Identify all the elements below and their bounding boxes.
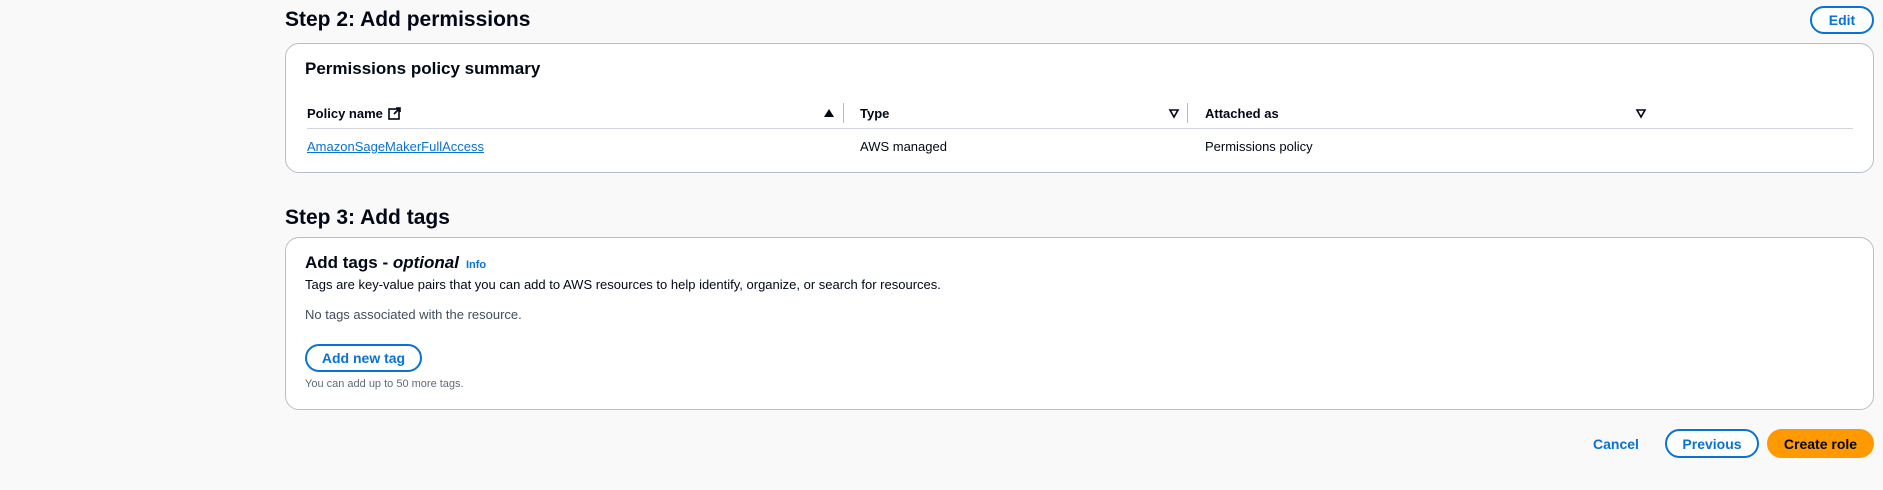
permissions-summary-title: Permissions policy summary xyxy=(305,59,541,78)
previous-button[interactable]: Previous xyxy=(1665,429,1759,458)
cell-policy-name: AmazonSageMakerFullAccess xyxy=(307,131,484,161)
sort-ascending-icon[interactable] xyxy=(822,106,836,120)
create-role-review-page: Step 2: Add permissions Edit Permissions… xyxy=(0,0,1883,490)
tags-title: Add tags - optional Info xyxy=(305,253,486,273)
step2-title: Step 2: Add permissions xyxy=(285,8,531,31)
column-divider[interactable] xyxy=(1187,103,1188,123)
add-new-tag-button[interactable]: Add new tag xyxy=(305,344,422,372)
column-header-policy-name[interactable]: Policy name xyxy=(307,97,827,129)
table-header: Policy name Type Attached as xyxy=(307,97,1853,129)
permissions-summary-container: Permissions policy summary Policy name T… xyxy=(285,43,1874,173)
cell-attached-as: Permissions policy xyxy=(1205,138,1313,154)
no-tags-message: No tags associated with the resource. xyxy=(305,307,522,322)
table-row: AmazonSageMakerFullAccess AWS managed Pe… xyxy=(307,131,1853,161)
column-label-policy-name: Policy name xyxy=(307,105,383,121)
tags-container: Add tags - optional Info Tags are key-va… xyxy=(285,237,1874,410)
edit-button[interactable]: Edit xyxy=(1810,6,1874,34)
cancel-button[interactable]: Cancel xyxy=(1580,429,1652,458)
column-label-type: Type xyxy=(860,105,890,121)
step3-header: Step 3: Add tags xyxy=(285,204,1874,232)
column-header-type[interactable]: Type xyxy=(860,97,1160,129)
cell-type: AWS managed xyxy=(860,138,947,154)
tags-limit-hint: You can add up to 50 more tags. xyxy=(305,378,464,390)
tags-title-optional: optional xyxy=(392,253,459,272)
create-role-button[interactable]: Create role xyxy=(1767,429,1874,458)
tags-title-prefix: Add tags - xyxy=(305,253,393,272)
column-divider[interactable] xyxy=(843,103,844,123)
external-link-icon[interactable] xyxy=(388,106,401,120)
info-link[interactable]: Info xyxy=(466,259,486,271)
tags-title-text: Add tags - optional xyxy=(305,253,459,273)
column-header-attached-as[interactable]: Attached as xyxy=(1205,97,1605,129)
sort-none-icon[interactable] xyxy=(1167,106,1181,120)
tags-description: Tags are key-value pairs that you can ad… xyxy=(305,277,941,292)
sort-none-icon[interactable] xyxy=(1634,106,1648,120)
step3-title: Step 3: Add tags xyxy=(285,206,450,229)
policy-name-link[interactable]: AmazonSageMakerFullAccess xyxy=(307,139,484,154)
column-label-attached-as: Attached as xyxy=(1205,105,1279,121)
step2-header: Step 2: Add permissions Edit xyxy=(285,6,1874,34)
